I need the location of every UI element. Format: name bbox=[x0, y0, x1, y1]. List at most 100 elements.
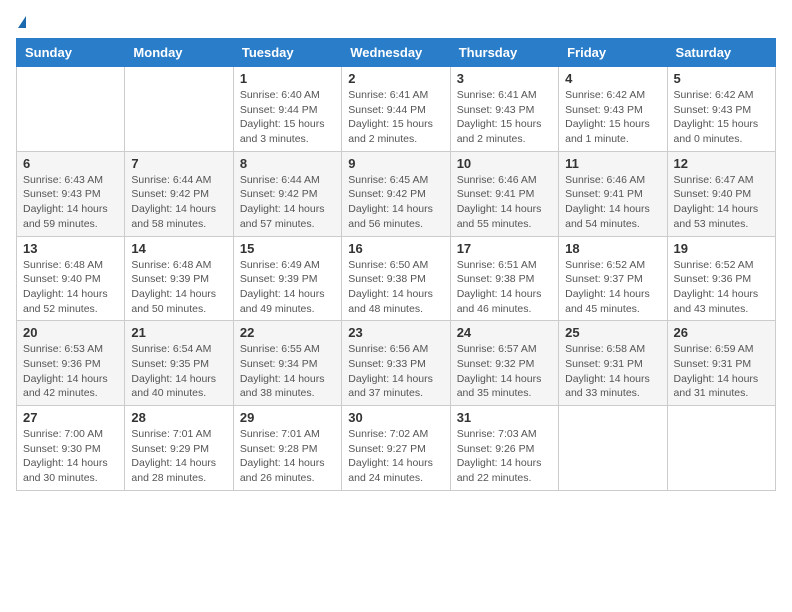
day-number: 27 bbox=[23, 410, 118, 425]
weekday-header-row: SundayMondayTuesdayWednesdayThursdayFrid… bbox=[17, 39, 776, 67]
calendar-cell bbox=[125, 67, 233, 152]
day-info: Sunrise: 7:02 AM Sunset: 9:27 PM Dayligh… bbox=[348, 427, 443, 486]
calendar-cell: 18Sunrise: 6:52 AM Sunset: 9:37 PM Dayli… bbox=[559, 236, 667, 321]
calendar-cell: 9 Sunrise: 6:45 AM Sunset: 9:42 PM Daylig… bbox=[342, 151, 450, 236]
day-number: 11 bbox=[565, 156, 660, 171]
day-info: Sunrise: 6:47 AM Sunset: 9:40 PM Dayligh… bbox=[674, 173, 769, 232]
day-number: 29 bbox=[240, 410, 335, 425]
calendar-cell: 17 Sunrise: 6:51 AM Sunset: 9:38 PM Dayli… bbox=[450, 236, 558, 321]
calendar-cell: 21 Sunrise: 6:54 AM Sunset: 9:35 PM Dayli… bbox=[125, 321, 233, 406]
day-number: 28 bbox=[131, 410, 226, 425]
day-number: 19 bbox=[674, 241, 769, 256]
calendar-cell bbox=[667, 406, 775, 491]
calendar-cell: 22 Sunrise: 6:55 AM Sunset: 9:34 PM Dayli… bbox=[233, 321, 341, 406]
weekday-header-sunday: Sunday bbox=[17, 39, 125, 67]
day-info: Sunrise: 6:42 AM Sunset: 9:43 PM Dayligh… bbox=[674, 88, 769, 147]
weekday-header-monday: Monday bbox=[125, 39, 233, 67]
calendar-cell: 12 Sunrise: 6:47 AM Sunset: 9:40 PM Dayli… bbox=[667, 151, 775, 236]
day-info: Sunrise: 6:48 AM Sunset: 9:39 PM Dayligh… bbox=[131, 258, 226, 317]
weekday-header-tuesday: Tuesday bbox=[233, 39, 341, 67]
day-info: Sunrise: 6:46 AM Sunset: 9:41 PM Dayligh… bbox=[457, 173, 552, 232]
calendar-cell: 24 Sunrise: 6:57 AM Sunset: 9:32 PM Dayli… bbox=[450, 321, 558, 406]
logo bbox=[16, 16, 26, 28]
day-info: Sunrise: 7:03 AM Sunset: 9:26 PM Dayligh… bbox=[457, 427, 552, 486]
day-number: 23 bbox=[348, 325, 443, 340]
weekday-header-friday: Friday bbox=[559, 39, 667, 67]
calendar-cell: 13 Sunrise: 6:48 AM Sunset: 9:40 PM Dayli… bbox=[17, 236, 125, 321]
calendar-cell: 5 Sunrise: 6:42 AM Sunset: 9:43 PM Daylig… bbox=[667, 67, 775, 152]
day-info: Sunrise: 6:48 AM Sunset: 9:40 PM Dayligh… bbox=[23, 258, 118, 317]
day-info: Sunrise: 6:42 AM Sunset: 9:43 PM Dayligh… bbox=[565, 88, 660, 147]
calendar-cell: 25 Sunrise: 6:58 AM Sunset: 9:31 PM Dayli… bbox=[559, 321, 667, 406]
day-number: 30 bbox=[348, 410, 443, 425]
calendar-cell bbox=[17, 67, 125, 152]
day-number: 17 bbox=[457, 241, 552, 256]
day-number: 13 bbox=[23, 241, 118, 256]
day-number: 1 bbox=[240, 71, 335, 86]
logo-triangle-icon bbox=[18, 16, 26, 28]
calendar-cell: 19 Sunrise: 6:52 AM Sunset: 9:36 PM Dayli… bbox=[667, 236, 775, 321]
day-info: Sunrise: 6:41 AM Sunset: 9:44 PM Dayligh… bbox=[348, 88, 443, 147]
calendar-cell: 4 Sunrise: 6:42 AM Sunset: 9:43 PM Daylig… bbox=[559, 67, 667, 152]
weekday-header-wednesday: Wednesday bbox=[342, 39, 450, 67]
day-info: Sunrise: 6:55 AM Sunset: 9:34 PM Dayligh… bbox=[240, 342, 335, 401]
calendar-cell: 10 Sunrise: 6:46 AM Sunset: 9:41 PM Dayli… bbox=[450, 151, 558, 236]
calendar-cell: 20 Sunrise: 6:53 AM Sunset: 9:36 PM Dayli… bbox=[17, 321, 125, 406]
day-info: Sunrise: 6:59 AM Sunset: 9:31 PM Dayligh… bbox=[674, 342, 769, 401]
day-info: Sunrise: 6:53 AM Sunset: 9:36 PM Dayligh… bbox=[23, 342, 118, 401]
day-info: Sunrise: 6:54 AM Sunset: 9:35 PM Dayligh… bbox=[131, 342, 226, 401]
day-number: 14 bbox=[131, 241, 226, 256]
day-info: Sunrise: 7:00 AM Sunset: 9:30 PM Dayligh… bbox=[23, 427, 118, 486]
day-info: Sunrise: 6:44 AM Sunset: 9:42 PM Dayligh… bbox=[131, 173, 226, 232]
day-info: Sunrise: 6:43 AM Sunset: 9:43 PM Dayligh… bbox=[23, 173, 118, 232]
calendar-cell: 27 Sunrise: 7:00 AM Sunset: 9:30 PM Dayli… bbox=[17, 406, 125, 491]
day-info: Sunrise: 6:45 AM Sunset: 9:42 PM Dayligh… bbox=[348, 173, 443, 232]
day-number: 24 bbox=[457, 325, 552, 340]
day-number: 2 bbox=[348, 71, 443, 86]
calendar-cell: 11 Sunrise: 6:46 AM Sunset: 9:41 PM Dayli… bbox=[559, 151, 667, 236]
day-number: 12 bbox=[674, 156, 769, 171]
week-row-5: 27 Sunrise: 7:00 AM Sunset: 9:30 PM Dayli… bbox=[17, 406, 776, 491]
day-number: 10 bbox=[457, 156, 552, 171]
calendar-cell bbox=[559, 406, 667, 491]
day-number: 20 bbox=[23, 325, 118, 340]
day-info: Sunrise: 6:41 AM Sunset: 9:43 PM Dayligh… bbox=[457, 88, 552, 147]
day-info: Sunrise: 6:44 AM Sunset: 9:42 PM Dayligh… bbox=[240, 173, 335, 232]
day-info: Sunrise: 6:51 AM Sunset: 9:38 PM Dayligh… bbox=[457, 258, 552, 317]
day-info: Sunrise: 6:56 AM Sunset: 9:33 PM Dayligh… bbox=[348, 342, 443, 401]
calendar-cell: 6 Sunrise: 6:43 AM Sunset: 9:43 PM Daylig… bbox=[17, 151, 125, 236]
day-number: 4 bbox=[565, 71, 660, 86]
calendar-cell: 26Sunrise: 6:59 AM Sunset: 9:31 PM Dayli… bbox=[667, 321, 775, 406]
calendar-table: SundayMondayTuesdayWednesdayThursdayFrid… bbox=[16, 38, 776, 491]
day-number: 9 bbox=[348, 156, 443, 171]
day-number: 3 bbox=[457, 71, 552, 86]
day-info: Sunrise: 6:52 AM Sunset: 9:36 PM Dayligh… bbox=[674, 258, 769, 317]
day-number: 5 bbox=[674, 71, 769, 86]
calendar-cell: 15Sunrise: 6:49 AM Sunset: 9:39 PM Dayli… bbox=[233, 236, 341, 321]
calendar-cell: 1Sunrise: 6:40 AM Sunset: 9:44 PM Daylig… bbox=[233, 67, 341, 152]
weekday-header-saturday: Saturday bbox=[667, 39, 775, 67]
day-number: 21 bbox=[131, 325, 226, 340]
calendar-cell: 23 Sunrise: 6:56 AM Sunset: 9:33 PM Dayli… bbox=[342, 321, 450, 406]
page-header bbox=[16, 16, 776, 28]
week-row-4: 20 Sunrise: 6:53 AM Sunset: 9:36 PM Dayli… bbox=[17, 321, 776, 406]
calendar-cell: 3 Sunrise: 6:41 AM Sunset: 9:43 PM Daylig… bbox=[450, 67, 558, 152]
day-number: 6 bbox=[23, 156, 118, 171]
day-number: 7 bbox=[131, 156, 226, 171]
calendar-cell: 14 Sunrise: 6:48 AM Sunset: 9:39 PM Dayli… bbox=[125, 236, 233, 321]
day-info: Sunrise: 6:46 AM Sunset: 9:41 PM Dayligh… bbox=[565, 173, 660, 232]
calendar-cell: 28Sunrise: 7:01 AM Sunset: 9:29 PM Dayli… bbox=[125, 406, 233, 491]
day-info: Sunrise: 7:01 AM Sunset: 9:28 PM Dayligh… bbox=[240, 427, 335, 486]
calendar-cell: 7 Sunrise: 6:44 AM Sunset: 9:42 PM Daylig… bbox=[125, 151, 233, 236]
week-row-1: 1Sunrise: 6:40 AM Sunset: 9:44 PM Daylig… bbox=[17, 67, 776, 152]
day-info: Sunrise: 6:49 AM Sunset: 9:39 PM Dayligh… bbox=[240, 258, 335, 317]
calendar-cell: 31Sunrise: 7:03 AM Sunset: 9:26 PM Dayli… bbox=[450, 406, 558, 491]
calendar-cell: 29 Sunrise: 7:01 AM Sunset: 9:28 PM Dayli… bbox=[233, 406, 341, 491]
calendar-cell: 16Sunrise: 6:50 AM Sunset: 9:38 PM Dayli… bbox=[342, 236, 450, 321]
week-row-3: 13 Sunrise: 6:48 AM Sunset: 9:40 PM Dayli… bbox=[17, 236, 776, 321]
day-info: Sunrise: 6:57 AM Sunset: 9:32 PM Dayligh… bbox=[457, 342, 552, 401]
day-number: 22 bbox=[240, 325, 335, 340]
day-info: Sunrise: 6:58 AM Sunset: 9:31 PM Dayligh… bbox=[565, 342, 660, 401]
day-info: Sunrise: 6:52 AM Sunset: 9:37 PM Dayligh… bbox=[565, 258, 660, 317]
day-number: 25 bbox=[565, 325, 660, 340]
